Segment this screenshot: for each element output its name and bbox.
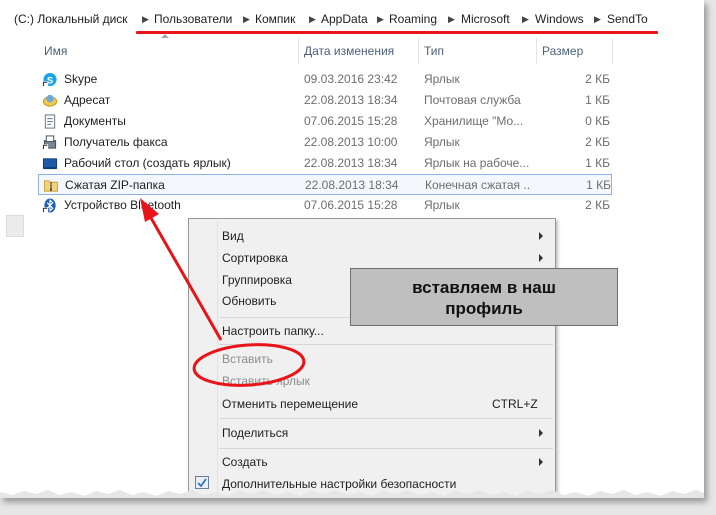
annotation-overlay (140, 198, 306, 387)
red-highlight-ellipse (192, 343, 306, 387)
explorer-window: (C:) Локальный диск ▶ Пользователи ▶ Ком… (0, 0, 704, 498)
torn-paper-edge (0, 490, 704, 498)
red-arrow-icon (140, 198, 223, 341)
